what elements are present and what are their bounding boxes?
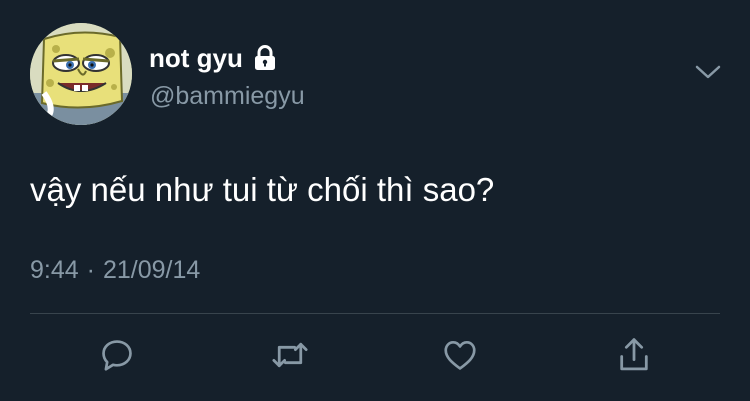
spongebob-avatar	[30, 23, 132, 125]
tweet-timestamp[interactable]: 9:44 · 21/09/14	[30, 255, 200, 285]
reply-button[interactable]	[94, 332, 140, 378]
tweet-time: 9:44	[30, 256, 79, 284]
retweet-icon	[272, 342, 308, 368]
display-name[interactable]: not gyu	[149, 43, 243, 73]
retweet-button[interactable]	[267, 332, 313, 378]
user-name-row: not gyu	[149, 43, 277, 73]
like-button[interactable]	[437, 332, 483, 378]
avatar[interactable]	[30, 23, 132, 125]
divider	[30, 313, 720, 314]
chevron-down-icon[interactable]	[694, 62, 722, 82]
reply-icon	[102, 340, 132, 371]
heart-icon	[444, 340, 476, 370]
tweet-card: not gyu @bammiegyu vậy nếu như tui từ ch…	[0, 0, 750, 401]
share-icon	[620, 338, 648, 371]
lock-icon	[254, 45, 275, 70]
timestamp-separator: ·	[86, 256, 95, 284]
tweet-date: 21/09/14	[103, 256, 201, 284]
user-handle[interactable]: @bammiegyu	[150, 81, 305, 111]
tweet-actions-bar	[0, 332, 750, 378]
tweet-text: vậy nếu như tui từ chối thì sao?	[30, 171, 495, 208]
share-button[interactable]	[611, 332, 657, 378]
